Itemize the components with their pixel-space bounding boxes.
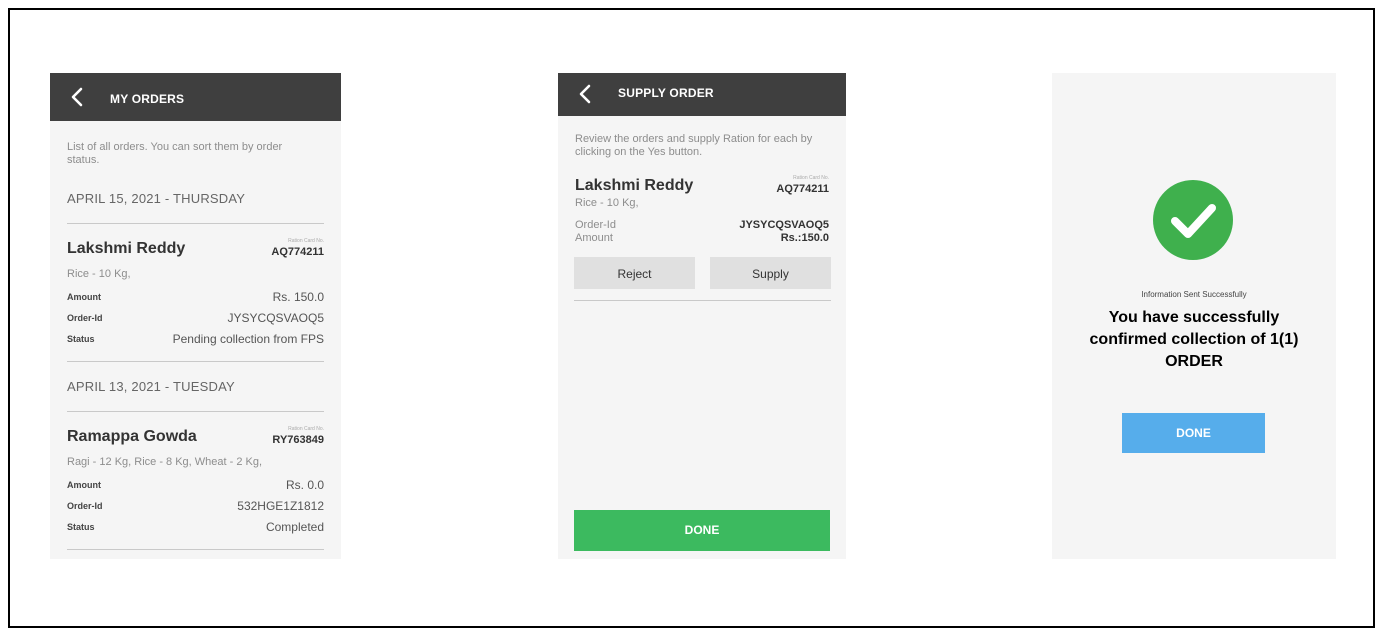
status-label: Status xyxy=(67,334,95,344)
my-orders-screen: MY ORDERS List of all orders. You can so… xyxy=(50,73,341,559)
back-arrow-icon[interactable] xyxy=(574,82,598,106)
ration-card-label: Ration Card No. xyxy=(288,426,324,432)
amount-value: Rs. 150.0 xyxy=(272,290,324,304)
ration-card-label: Ration Card No. xyxy=(288,238,324,244)
success-headline-line: You have successfully xyxy=(1108,309,1280,326)
divider xyxy=(574,300,831,301)
orders-description: List of all orders. You can sort them by… xyxy=(67,141,283,166)
customer-name: Ramappa Gowda xyxy=(67,428,197,445)
order-id-value: JYSYCQSVAOQ5 xyxy=(739,219,829,231)
ration-card-number: RY763849 xyxy=(272,434,324,446)
success-headline-line: confirmed collection of 1(1) xyxy=(1089,331,1299,348)
check-circle-icon xyxy=(1153,180,1233,260)
reject-button[interactable]: Reject xyxy=(574,257,695,289)
done-button[interactable]: DONE xyxy=(574,510,830,551)
success-headline: You have successfully confirmed collecti… xyxy=(1052,307,1336,373)
success-screen: Information Sent Successfully You have s… xyxy=(1052,73,1336,559)
divider xyxy=(67,223,324,224)
back-arrow-icon[interactable] xyxy=(66,85,90,109)
order-id-label: Order-Id xyxy=(67,501,103,511)
ration-card-number: AQ774211 xyxy=(271,246,324,258)
amount-value: Rs. 0.0 xyxy=(285,478,324,492)
status-value: Pending collection from FPS xyxy=(172,332,324,346)
done-button[interactable]: DONE xyxy=(1122,413,1265,453)
order-id-label: Order-Id xyxy=(575,219,616,231)
amount-label: Amount xyxy=(575,232,613,244)
divider xyxy=(67,549,324,550)
order-date-header: APRIL 13, 2021 - TUESDAY xyxy=(67,379,235,394)
amount-label: Amount xyxy=(67,292,101,302)
status-label: Status xyxy=(67,522,95,532)
order-id-label: Order-Id xyxy=(67,313,103,323)
amount-value: Rs.:150.0 xyxy=(780,232,829,244)
customer-name: Lakshmi Reddy xyxy=(67,240,186,257)
supply-order-screen: SUPPLY ORDER Review the orders and suppl… xyxy=(558,73,846,559)
ration-card-label: Ration Card No. xyxy=(793,175,829,181)
amount-label: Amount xyxy=(67,480,101,490)
order-id-value: 532HGE1Z1812 xyxy=(237,499,324,513)
order-items: Ragi - 12 Kg, Rice - 8 Kg, Wheat - 2 Kg, xyxy=(67,456,263,468)
order-id-value: JYSYCQSVAOQ5 xyxy=(227,311,324,325)
success-message-small: Information Sent Successfully xyxy=(1141,290,1247,299)
customer-name: Lakshmi Reddy xyxy=(575,177,694,194)
supply-button[interactable]: Supply xyxy=(710,257,831,289)
my-orders-app-bar: MY ORDERS xyxy=(50,73,341,121)
order-date-header: APRIL 15, 2021 - THURSDAY xyxy=(67,191,246,206)
supply-description: Review the orders and supply Ration for … xyxy=(575,133,813,158)
divider xyxy=(67,411,324,412)
page-title: SUPPLY ORDER xyxy=(618,86,714,100)
status-value: Completed xyxy=(265,520,324,534)
divider xyxy=(67,361,324,362)
order-items: Rice - 10 Kg, xyxy=(575,197,639,209)
ration-card-number: AQ774211 xyxy=(776,183,829,195)
success-headline-line: ORDER xyxy=(1165,353,1223,370)
order-items: Rice - 10 Kg, xyxy=(67,268,131,280)
page-title: MY ORDERS xyxy=(110,92,185,106)
supply-order-app-bar: SUPPLY ORDER xyxy=(558,73,846,116)
